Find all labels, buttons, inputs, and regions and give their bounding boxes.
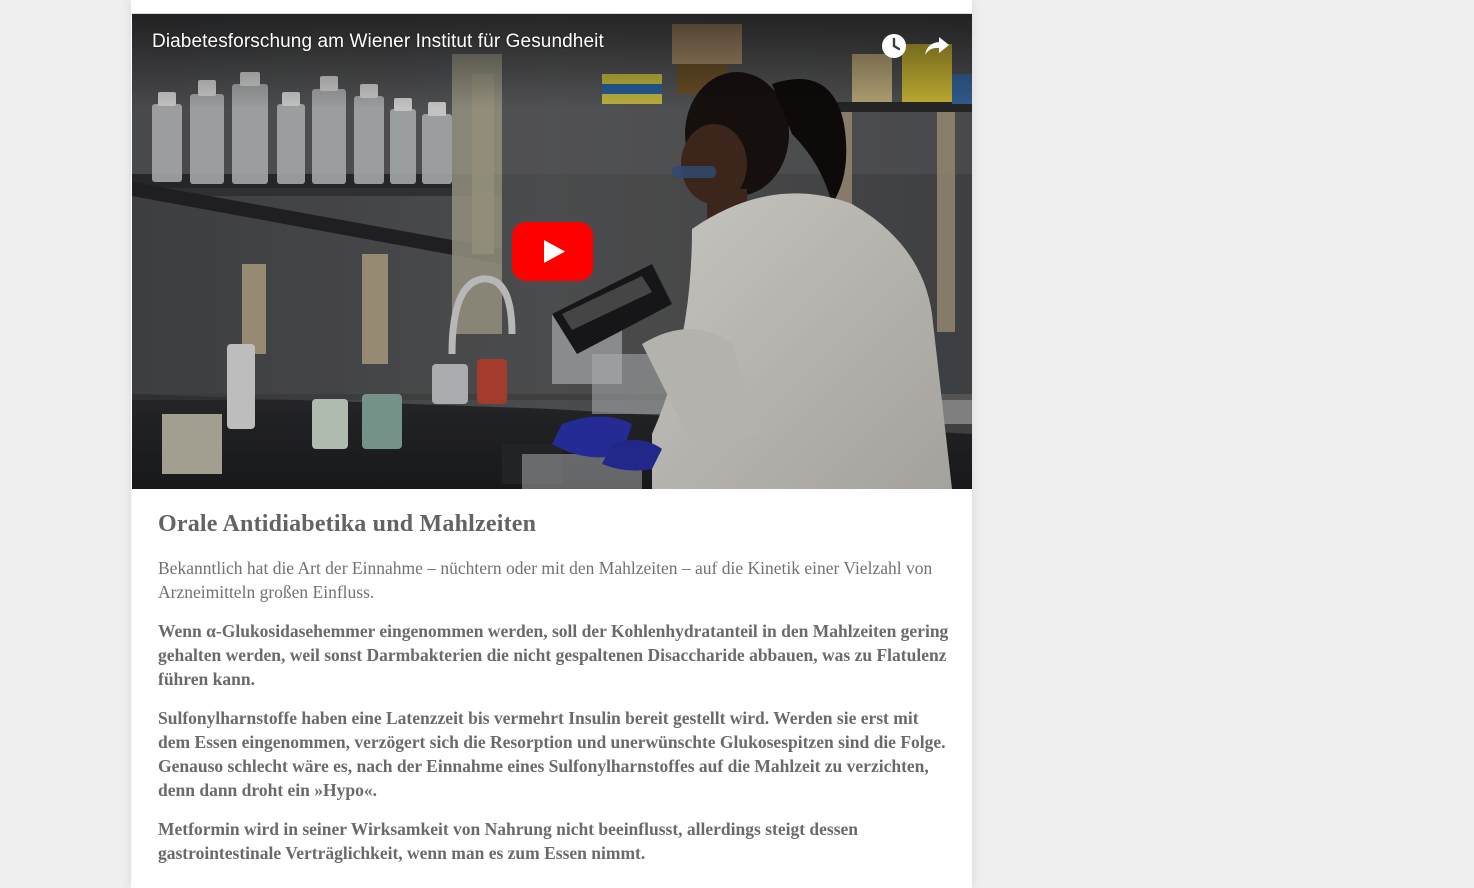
clock-icon[interactable]: [879, 31, 909, 61]
share-arrow-icon[interactable]: [922, 31, 952, 61]
article-card: Diabetesforschung am Wiener Institut für…: [131, 0, 972, 888]
youtube-play-icon[interactable]: [512, 222, 593, 281]
video-title[interactable]: Diabetesforschung am Wiener Institut für…: [152, 31, 604, 53]
article-paragraph-sulfonylharnstoffe: Sulfonylharnstoffe haben eine Latenzzeit…: [158, 708, 946, 800]
video-player[interactable]: Diabetesforschung am Wiener Institut für…: [132, 13, 972, 489]
article-heading: Orale Antidiabetika und Mahlzeiten: [158, 511, 537, 537]
article-paragraph-glukosidase: Wenn α-Glukosidasehemmer eingenommen wer…: [158, 621, 949, 689]
article-paragraph-intro: Bekanntlich hat die Art der Einnahme – n…: [158, 558, 933, 602]
article-paragraph-metformin: Metformin wird in seiner Wirksamkeit von…: [158, 819, 859, 863]
article-body: Orale Antidiabetika und Mahlzeiten Bekan…: [158, 508, 953, 865]
